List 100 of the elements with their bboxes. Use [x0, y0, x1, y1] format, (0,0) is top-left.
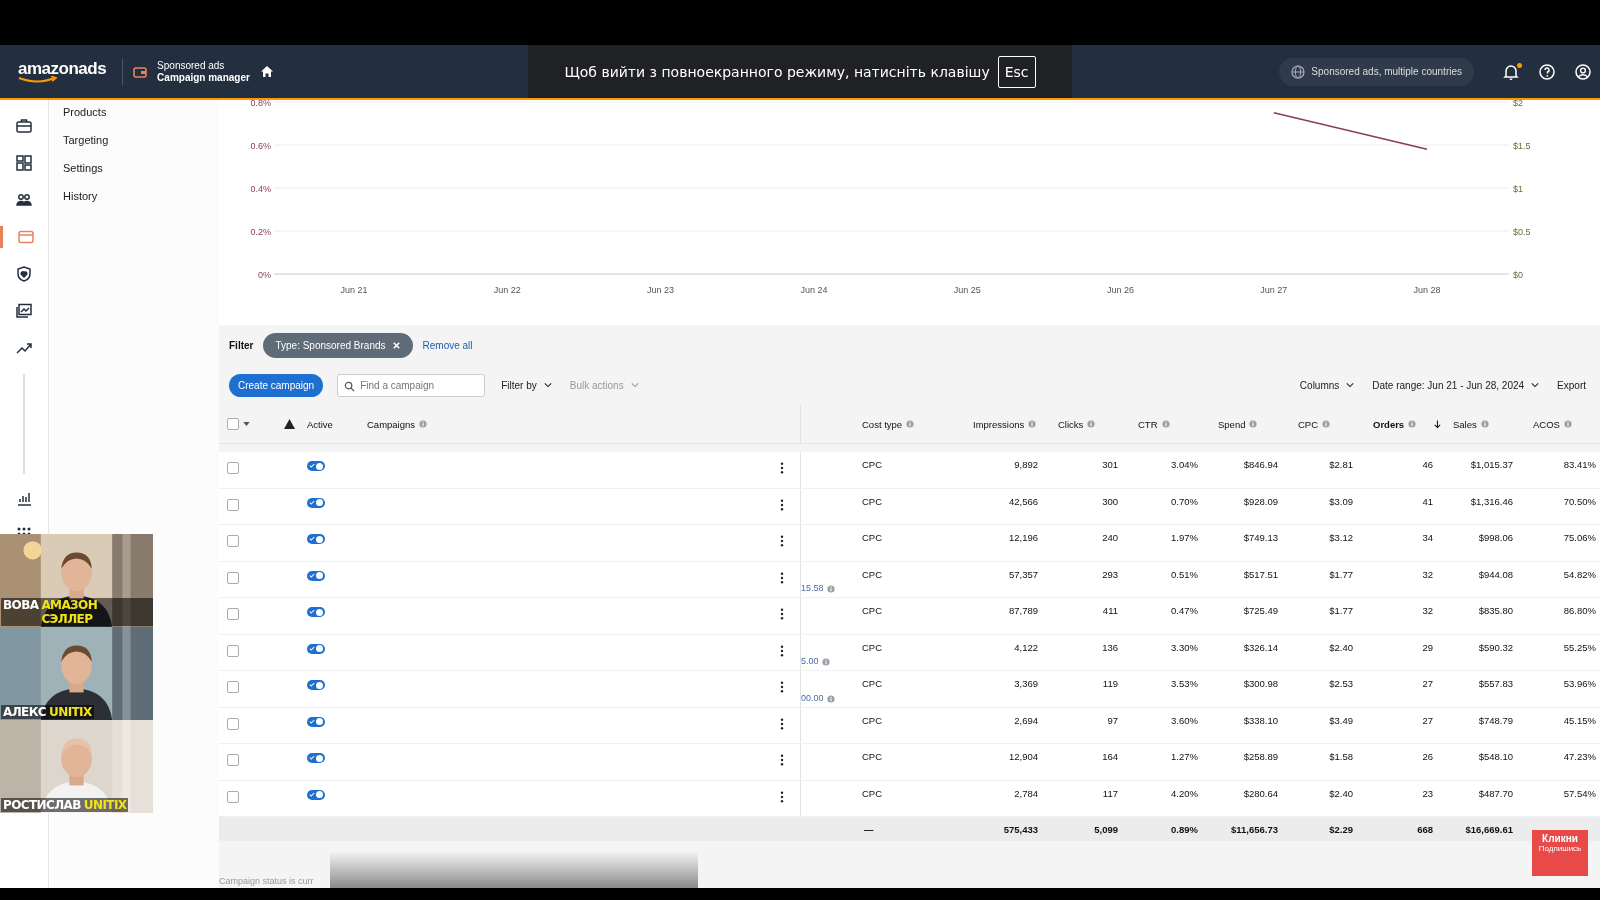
budget-value[interactable]: 00.00 [801, 692, 824, 703]
column-header[interactable]: Orders [1373, 418, 1405, 430]
table-cell: 0.70% [1171, 495, 1198, 507]
submenu-item[interactable]: Targeting [63, 134, 219, 146]
remove-all-link[interactable]: Remove all [422, 339, 473, 351]
caret-icon[interactable] [543, 382, 552, 388]
export-button[interactable]: Export [1555, 375, 1588, 395]
active-toggle[interactable] [307, 753, 325, 763]
row-checkbox[interactable] [227, 717, 239, 730]
shield-icon[interactable] [15, 265, 33, 283]
table-cell: 3.30% [1171, 641, 1198, 653]
account-icon[interactable] [1574, 62, 1592, 81]
row-checkbox[interactable] [227, 790, 239, 803]
table-cell: 12,904 [1008, 751, 1038, 762]
home-icon[interactable] [259, 65, 274, 78]
column-header[interactable]: Spend [1218, 418, 1246, 430]
column-header[interactable]: CPC [1298, 418, 1319, 430]
row-checkbox[interactable] [227, 498, 239, 511]
dashboard-icon[interactable] [15, 154, 33, 172]
column-header[interactable]: Sales [1453, 418, 1477, 430]
fullscreen-notice-text: Щоб вийти з повноекранного режиму, натисніть клавішу [564, 63, 990, 80]
row-checkbox[interactable] [227, 571, 239, 584]
select-all-checkbox[interactable] [227, 418, 239, 430]
help-icon[interactable] [1538, 62, 1556, 81]
active-toggle[interactable] [307, 607, 325, 617]
table-cell: 119 [1102, 678, 1118, 689]
caret-icon[interactable] [1531, 382, 1540, 388]
column-header[interactable]: Clicks [1058, 418, 1084, 430]
active-toggle[interactable] [307, 680, 325, 690]
active-toggle[interactable] [307, 534, 325, 544]
table-cell: 3,369 [1014, 678, 1038, 689]
esc-key: Esc [997, 55, 1036, 88]
caret-icon[interactable] [1346, 382, 1355, 388]
info-icon[interactable] [821, 658, 830, 666]
sort-arrow-icon[interactable] [1434, 418, 1441, 430]
more-options-icon[interactable] [780, 754, 784, 766]
filter-chip[interactable]: Type: Sponsored Brands [263, 332, 413, 358]
row-checkbox[interactable] [227, 608, 239, 620]
search-field[interactable]: Find a campaign [337, 373, 486, 397]
submenu-item[interactable]: Products [63, 106, 219, 118]
more-options-icon[interactable] [780, 498, 784, 511]
column-header[interactable]: Active [307, 418, 333, 430]
date-range-dropdown[interactable]: Date range: Jun 21 - Jun 28, 2024 [1370, 375, 1542, 395]
info-icon[interactable] [826, 585, 835, 593]
active-toggle[interactable] [307, 643, 325, 654]
filter-label: Filter [229, 339, 254, 351]
account-selector[interactable]: Sponsored ads, multiple countries [1279, 57, 1474, 86]
more-options-icon[interactable] [780, 681, 784, 693]
active-toggle[interactable] [307, 461, 325, 471]
filter-by-dropdown[interactable]: Filter by [499, 375, 554, 395]
row-checkbox[interactable] [227, 754, 239, 766]
column-header[interactable]: Cost type [862, 418, 903, 430]
active-toggle[interactable] [307, 497, 325, 508]
subscribe-badge[interactable]: Кликни Подпишись [1532, 830, 1588, 876]
logo[interactable]: amazonads [18, 59, 107, 84]
row-checkbox[interactable] [227, 462, 239, 474]
gallery-icon[interactable] [15, 302, 33, 320]
submenu-item[interactable]: History [63, 190, 219, 202]
active-toggle[interactable] [307, 789, 325, 800]
budget-value[interactable]: 15.58 [801, 583, 824, 593]
y-axis-label: 0.6% [250, 141, 271, 151]
info-icon[interactable] [826, 694, 835, 703]
column-header[interactable]: CTR [1138, 418, 1158, 430]
more-options-icon[interactable] [780, 717, 784, 730]
table-cell: $517.51 [1243, 568, 1278, 580]
table-cell: 46 [1422, 459, 1433, 470]
close-icon[interactable] [391, 340, 401, 350]
submenu-item[interactable]: Settings [63, 162, 219, 174]
bell-icon[interactable] [1502, 62, 1520, 81]
active-toggle[interactable] [307, 716, 325, 727]
columns-dropdown[interactable]: Columns [1297, 375, 1357, 395]
caret-icon[interactable] [243, 422, 250, 426]
more-options-icon[interactable] [780, 790, 784, 803]
row-checkbox[interactable] [227, 644, 239, 657]
column-header[interactable]: ACOS [1533, 418, 1560, 430]
table-cell: 29 [1422, 641, 1433, 653]
more-options-icon[interactable] [780, 644, 784, 657]
y-axis-label: $1.5 [1513, 141, 1531, 151]
budget-value[interactable]: 5.00 [801, 656, 819, 666]
table-cell: 9,892 [1014, 459, 1038, 470]
table-cell: 70.50% [1563, 495, 1596, 507]
column-header[interactable]: Campaigns [367, 418, 416, 430]
table-cell: 45.15% [1563, 714, 1596, 726]
more-options-icon[interactable] [780, 462, 784, 474]
more-options-icon[interactable] [780, 571, 784, 584]
create-campaign-button[interactable]: Create campaign [229, 373, 324, 397]
table-cell: $748.79 [1478, 714, 1513, 726]
column-header[interactable]: Impressions [973, 418, 1025, 430]
more-options-icon[interactable] [780, 608, 784, 620]
wallet-icon[interactable] [16, 228, 35, 246]
product-name[interactable]: Campaign manager [157, 71, 250, 84]
table-cell: CPC [862, 714, 883, 726]
briefcase-icon[interactable] [15, 117, 33, 135]
table-cell: 32 [1422, 605, 1433, 616]
row-checkbox[interactable] [227, 535, 239, 547]
active-toggle[interactable] [307, 570, 325, 581]
people-icon[interactable] [15, 191, 33, 209]
row-checkbox[interactable] [227, 681, 239, 693]
more-options-icon[interactable] [780, 535, 784, 547]
check-icon [309, 755, 315, 760]
